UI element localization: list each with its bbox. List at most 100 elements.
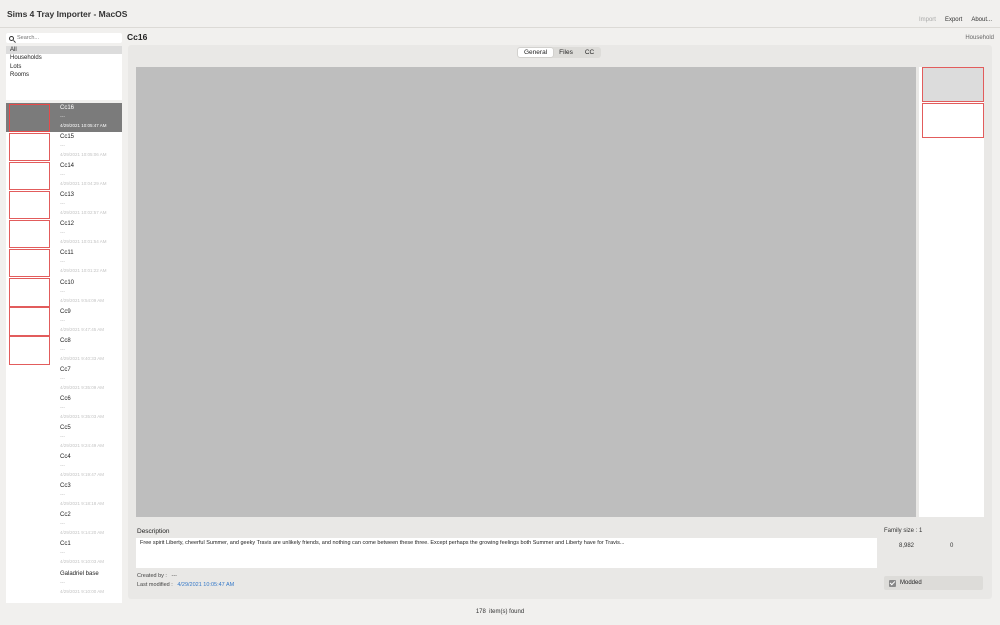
status-bar: 178 item(s) found [0,609,1000,615]
item-name: Cc14 [60,163,75,170]
list-item[interactable]: Cc15 --- 4/29/2021 10:05:06 AM [6,132,122,162]
item-creator: --- [60,201,65,208]
item-name: Cc16 [60,105,75,111]
item-date: 4/29/2021 10:04:29 AM [60,181,107,187]
item-name: Cc3 [60,483,71,490]
detail-title: Cc16 [127,32,148,42]
family-size: Family size : 1 [884,528,922,534]
item-thumbnail [9,219,50,249]
item-thumbnail [9,248,50,278]
item-thumbnail [9,307,50,336]
item-creator: --- [60,346,65,353]
title-bar: Sims 4 Tray Importer - MacOS Import Expo… [0,0,1000,28]
item-thumbnail [9,336,50,365]
item-name: Cc1 [60,541,71,548]
list-item[interactable]: Cc4 --- 4/29/2021 9:19:47 AM [6,452,122,481]
tab-files[interactable]: Files [553,48,579,57]
item-date: 4/29/2021 9:10:00 AM [60,588,105,594]
item-name: Cc4 [60,454,71,461]
list-item[interactable]: Cc7 --- 4/29/2021 9:35:09 AM [6,365,122,394]
top-menu: Import Export About... [919,17,992,23]
item-count-label: item(s) found [489,609,525,615]
created-by-value: --- [171,573,178,579]
last-modified: Last modified : 4/29/2021 10:05:47 AM [137,582,234,588]
item-name: Cc9 [60,308,71,315]
thumbnail-strip[interactable] [919,67,984,517]
item-name: Cc2 [60,512,71,519]
item-thumbnail [9,132,50,162]
item-creator: --- [60,143,65,150]
list-item[interactable]: Cc2 --- 4/29/2021 9:14:20 AM [6,510,122,539]
item-date: 4/29/2021 9:35:03 AM [60,413,105,419]
last-modified-label: Last modified : [137,582,173,588]
app-title: Sims 4 Tray Importer - MacOS [7,9,128,19]
filter-households[interactable]: Households [6,54,122,62]
item-date: 4/29/2021 9:47:45 AM [60,326,105,332]
search-field[interactable] [6,33,122,43]
item-creator: --- [60,259,65,266]
import-button[interactable]: Import [919,17,936,23]
item-creator: --- [60,172,65,179]
category-filter: All Households Lots Rooms [6,46,122,100]
item-date: 4/29/2021 9:35:09 AM [60,384,105,390]
list-item[interactable]: Cc13 --- 4/29/2021 10:02:57 AM [6,190,122,220]
modded-indicator: Modded [884,576,983,590]
created-by: Created by : --- [137,573,177,579]
list-item[interactable]: Cc5 --- 4/29/2021 9:24:49 AM [6,423,122,452]
item-name: Cc6 [60,395,71,402]
strip-thumbnail[interactable] [922,67,984,102]
item-creator: --- [60,317,65,324]
list-item[interactable]: Cc14 --- 4/29/2021 10:04:29 AM [6,161,122,191]
last-modified-value: 4/29/2021 10:05:47 AM [177,582,235,588]
search-input[interactable] [17,35,117,41]
item-count: 178 [475,609,486,615]
item-name: Cc13 [60,192,75,199]
filter-all[interactable]: All [6,46,122,55]
item-name: Cc8 [60,337,71,344]
list-item[interactable]: Cc9 --- 4/29/2021 9:47:45 AM [6,307,122,336]
item-date: 4/29/2021 9:14:20 AM [60,530,105,536]
created-by-label: Created by : [137,573,167,579]
item-date: 4/29/2021 9:18:18 AM [60,501,105,507]
list-item[interactable]: Cc16 --- 4/29/2021 10:05:47 AM [6,103,122,133]
household-stat-value: 0 [950,543,954,549]
item-creator: --- [60,114,65,120]
item-date: 4/29/2021 9:10:03 AM [60,559,105,565]
item-creator: --- [60,579,65,586]
item-thumbnail [9,103,50,132]
item-creator: --- [60,492,65,499]
tab-general[interactable]: General [518,48,554,57]
item-thumbnail [9,278,50,307]
export-button[interactable]: Export [945,17,962,23]
detail-tabs: General Files CC [517,47,602,58]
item-creator: --- [60,550,65,557]
household-stat-value: 8,982 [899,543,915,549]
list-item[interactable]: Cc8 --- 4/29/2021 9:40:33 AM [6,336,122,365]
item-creator: --- [60,521,65,528]
item-date: 4/29/2021 10:05:47 AM [60,123,107,128]
search-icon [9,35,14,41]
item-creator: --- [60,230,65,237]
list-item[interactable]: Cc11 --- 4/29/2021 10:01:22 AM [6,248,122,278]
item-date: 4/29/2021 9:24:49 AM [60,443,105,449]
list-item[interactable]: Cc6 --- 4/29/2021 9:35:03 AM [6,394,122,423]
about-button[interactable]: About... [971,17,992,23]
list-item[interactable]: Cc12 --- 4/29/2021 10:01:54 AM [6,219,122,249]
item-thumbnail [9,161,50,191]
tray-item-list[interactable]: Cc16 --- 4/29/2021 10:05:47 AM Cc15 --- … [6,103,122,603]
item-name: Cc7 [60,366,71,373]
checkbox-checked-icon [889,579,896,587]
list-item[interactable]: Cc3 --- 4/29/2021 9:18:18 AM [6,481,122,510]
item-creator: --- [60,375,65,382]
strip-thumbnail[interactable] [922,103,984,138]
tab-cc[interactable]: CC [579,48,600,57]
item-name: Cc10 [60,279,75,286]
filter-rooms[interactable]: Rooms [6,71,122,79]
list-item[interactable]: Cc10 --- 4/29/2021 9:54:09 AM [6,278,122,307]
list-item[interactable]: Cc1 --- 4/29/2021 9:10:03 AM [6,539,122,568]
family-size-value: 1 [919,528,923,534]
list-item[interactable]: Galadriel base --- 4/29/2021 9:10:00 AM [6,569,122,598]
item-name: Cc12 [60,221,75,228]
family-size-label: Family size : [884,528,918,534]
filter-lots[interactable]: Lots [6,63,122,71]
